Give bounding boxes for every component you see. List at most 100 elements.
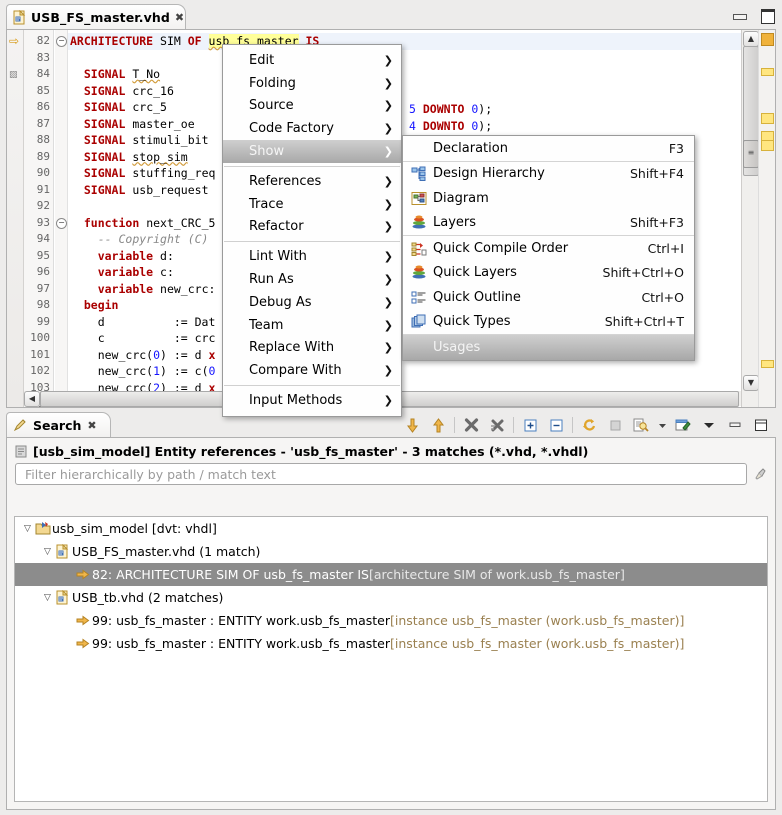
match-arrow-icon [74,637,92,650]
tree-row-detail: [instance usb_fs_master (work.usb_fs_mas… [390,636,685,651]
match-arrow-icon [74,614,92,627]
search-tab-row: Search ✖ [6,412,776,438]
submenu-item-quick-outline[interactable]: Quick Outline Ctrl+O [403,285,694,310]
filter-row [7,463,775,491]
tree-row[interactable]: ▽ usb_sim_model [dvt: vhdl] [15,517,767,540]
vhdl-file-icon [13,9,26,25]
overview-mark-5[interactable] [761,360,774,368]
code-line[interactable]: SIGNAL crc_5 [68,99,742,116]
maximize-view-button[interactable] [748,414,774,436]
editor-tab-close-icon[interactable]: ✖ [175,11,184,24]
menu-item-input-methods[interactable]: Input Methods ❯ [223,389,401,412]
code-line[interactable] [68,50,742,67]
search-view-tab[interactable]: Search ✖ [6,412,111,437]
code-fragment: 4 DOWNTO 0); [409,119,493,133]
menu-item-references[interactable]: References ❯ [223,170,401,193]
cancel-current-search-button[interactable] [602,414,628,436]
search-history-dropdown[interactable] [654,414,670,436]
menu-item-run-as[interactable]: Run As ❯ [223,268,401,291]
line-number: 83 [36,50,50,64]
submenu-item-label: Usages [433,339,481,355]
line-number: 93 [36,215,50,229]
chevron-right-icon: ❯ [383,76,393,90]
code-line[interactable]: ARCHITECTURE SIM OF usb_fs_master IS [68,33,742,50]
tree-expand-toggle[interactable]: ▽ [41,593,54,603]
menu-item-replace-with[interactable]: Replace With ❯ [223,337,401,360]
submenu-item-quick-compile-order[interactable]: Quick Compile Order Ctrl+I [403,236,694,261]
show-previous-match-button[interactable] [425,414,451,436]
tree-row[interactable]: 99: usb_fs_master : ENTITY work.usb_fs_m… [15,609,767,632]
editor-vertical-scrollbar[interactable]: ▲ ≡ ▼ [741,30,759,407]
menu-item-code-factory[interactable]: Code Factory ❯ [223,117,401,140]
overview-mark-4[interactable] [761,140,774,151]
collapse-all-button[interactable] [543,414,569,436]
show-next-match-button[interactable] [399,414,425,436]
tree-row-detail: [architecture SIM of work.usb_fs_master] [368,567,625,582]
show-submenu[interactable]: Declaration F3 Design Hierarchy Shift+F4 Dia… [402,135,695,361]
tree-row[interactable]: 82: ARCHITECTURE SIM OF usb_fs_master IS… [15,563,767,586]
minimize-view-button[interactable] [722,414,748,436]
search-tab-close-icon[interactable]: ✖ [87,419,96,432]
overview-mark-error[interactable] [761,33,774,46]
menu-item-refactor[interactable]: Refactor ❯ [223,216,401,239]
submenu-item-design-hierarchy[interactable]: Design Hierarchy Shift+F4 [403,162,694,187]
expand-all-button[interactable] [517,414,543,436]
submenu-item-usages[interactable]: Usages [403,335,694,360]
remove-all-matches-button[interactable] [484,414,510,436]
fold-toggle[interactable]: − [56,36,67,47]
overview-mark-1[interactable] [761,68,774,76]
submenu-item-diagram[interactable]: Diagram [403,186,694,211]
folding-ruler[interactable]: − − [55,30,68,407]
submenu-item-layers[interactable]: Layers Shift+F3 [403,211,694,236]
code-line[interactable]: SIGNAL T_No [68,66,742,83]
editor-tab-usb-fs-master[interactable]: USB_FS_master.vhd ✖ [6,4,186,29]
toolbar-separator [513,417,514,433]
tree-expand-toggle[interactable]: ▽ [21,524,34,534]
menu-item-edit[interactable]: Edit ❯ [223,49,401,72]
maximize-button[interactable] [760,8,775,24]
line-number: 95 [36,248,50,262]
menu-item-team[interactable]: Team ❯ [223,314,401,337]
run-the-current-search-again-button[interactable] [576,414,602,436]
scroll-left-button[interactable]: ◀ [24,391,40,407]
vertical-scroll-grip[interactable]: ≡ [743,140,759,168]
code-line[interactable]: SIGNAL crc_16 [68,83,742,100]
quick-types-icon [409,314,428,330]
pin-search-view-button[interactable] [670,414,696,436]
menu-item-folding[interactable]: Folding ❯ [223,72,401,95]
previous-search-results-button[interactable] [628,414,654,436]
editor-context-menu[interactable]: Edit ❯ Folding ❯ Source ❯ Code Factory ❯ Show ❯ Re… [222,44,402,417]
menu-item-lint-with[interactable]: Lint With ❯ [223,245,401,268]
filter-input[interactable] [23,465,739,483]
menu-item-compare-with[interactable]: Compare With ❯ [223,359,401,382]
line-number: 97 [36,281,50,295]
remove-selected-matches-button[interactable] [458,414,484,436]
view-menu-button[interactable] [696,414,722,436]
minimize-button[interactable] [732,8,747,22]
tree-row[interactable]: ▽ USB_tb.vhd (2 matches) [15,586,767,609]
code-line[interactable]: SIGNAL master_oe [68,116,742,133]
overview-mark-2[interactable] [761,113,774,124]
tree-row[interactable]: ▽ USB_FS_master.vhd (1 match) [15,540,767,563]
search-results-tree[interactable]: ▽ usb_sim_model [dvt: vhdl] ▽ USB_FS_master… [14,516,768,802]
tree-expand-toggle[interactable]: ▽ [41,547,54,557]
filter-clear-icon[interactable] [753,467,767,481]
menu-item-trace[interactable]: Trace ❯ [223,193,401,216]
menu-item-source[interactable]: Source ❯ [223,95,401,118]
fold-toggle[interactable]: − [56,217,67,229]
scroll-down-button[interactable]: ▼ [743,375,759,391]
overview-ruler[interactable] [758,30,775,407]
menu-separator [224,165,400,167]
tree-row[interactable]: 99: usb_fs_master : ENTITY work.usb_fs_m… [15,632,767,655]
submenu-item-quick-layers[interactable]: Quick Layers Shift+Ctrl+O [403,261,694,286]
menu-item-show[interactable]: Show ❯ [223,140,401,163]
filter-input-wrapper[interactable] [15,463,747,485]
submenu-item-declaration[interactable]: Declaration F3 [403,136,694,161]
code-line[interactable]: new_crc(1) := c(0 [68,363,742,380]
menu-item-label: Debug As [249,294,312,310]
menu-separator [224,385,400,387]
menu-item-debug-as[interactable]: Debug As ❯ [223,291,401,314]
submenu-item-quick-types[interactable]: Quick Types Shift+Ctrl+T [403,310,694,335]
chevron-right-icon: ❯ [383,174,393,188]
scroll-up-button[interactable]: ▲ [743,31,759,47]
